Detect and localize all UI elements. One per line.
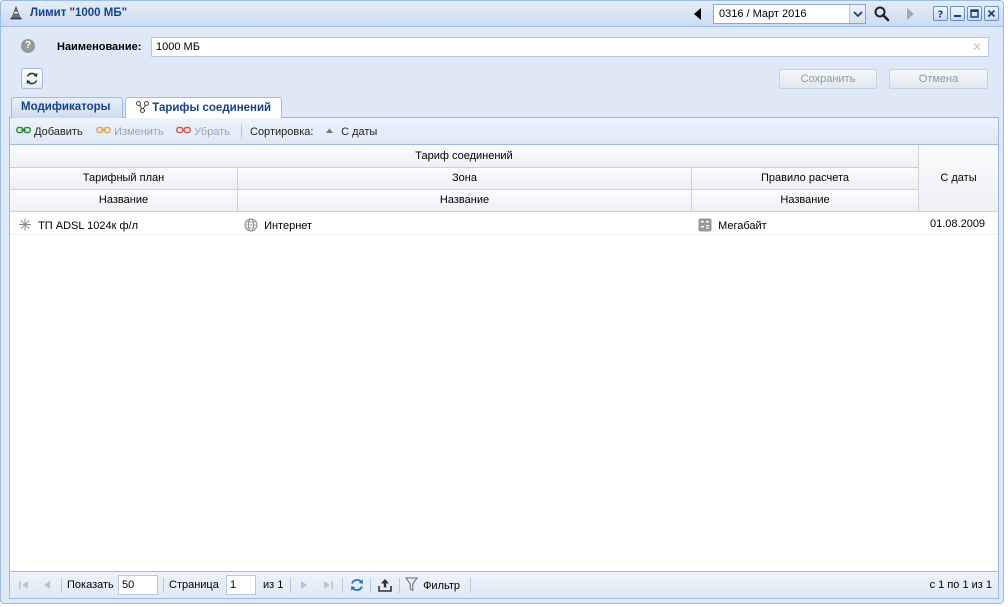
refresh-icon (26, 72, 38, 85)
zone-cell: Интернет (244, 218, 312, 232)
search-icon[interactable] (872, 4, 892, 24)
funnel-icon (405, 577, 418, 592)
edit-button[interactable]: Изменить (96, 126, 164, 138)
name-label: Наименование: (57, 41, 142, 53)
tab-strip: Модификаторы Тарифы соединений (9, 97, 999, 119)
chevron-down-icon[interactable] (849, 5, 865, 23)
paging-summary: с 1 по 1 из 1 (929, 579, 992, 591)
window-title: Лимит "1000 МБ" (30, 7, 128, 19)
plan-value: ТП ADSL 1024к ф/л (38, 220, 138, 232)
rule-name-header[interactable]: Название (692, 190, 919, 212)
add-button[interactable]: Добавить (16, 126, 83, 138)
help-icon[interactable]: ? (21, 39, 35, 53)
pager-separator (163, 578, 164, 593)
limit-window: Лимит "1000 МБ" 0316 / Март 2016 ? ? Наи… (0, 0, 1004, 604)
reload-icon[interactable] (349, 577, 365, 593)
pager-separator (290, 578, 291, 593)
zone-value: Интернет (264, 220, 313, 232)
zone-column-header: Зона (238, 168, 692, 190)
date-column-header[interactable]: С даты (919, 145, 998, 212)
sort-asc-icon (326, 128, 333, 133)
tab-label: Модификаторы (21, 101, 111, 113)
rule-cell: Мегабайт (698, 218, 767, 232)
pager-separator (470, 578, 471, 593)
plan-column-header: Тарифный план (10, 168, 238, 190)
period-value: 0316 / Март 2016 (719, 8, 807, 20)
maximize-button[interactable] (967, 6, 982, 21)
remove-button[interactable]: Убрать (176, 126, 230, 138)
previous-page-icon[interactable] (40, 578, 54, 592)
tab-modifiers[interactable]: Модификаторы (11, 97, 123, 118)
paging-toolbar: Показать 50 Страница 1 из 1 Фильтр с 1 п… (10, 571, 998, 598)
first-page-icon[interactable] (17, 578, 31, 592)
refresh-button[interactable] (21, 68, 43, 89)
filter-button[interactable]: Фильтр (405, 577, 460, 592)
pager-separator (61, 578, 62, 593)
rule-column-header: Правило расчета (692, 168, 919, 190)
close-button[interactable] (984, 6, 999, 21)
page-number-value: 1 (230, 579, 237, 591)
page-count: из 1 (263, 579, 284, 591)
edit-label: Изменить (114, 126, 164, 138)
link-add-icon (16, 126, 31, 134)
pager-separator (342, 578, 343, 593)
page-size-value: 50 (122, 579, 135, 591)
sparkle-icon (19, 218, 31, 231)
pager-separator (370, 578, 371, 593)
export-icon[interactable] (377, 577, 393, 593)
add-label: Добавить (34, 126, 83, 138)
clear-icon[interactable]: ✕ (972, 40, 982, 54)
next-period-button[interactable] (900, 4, 920, 24)
tab-label: Тарифы соединений (152, 102, 272, 114)
plan-name-header[interactable]: Название (10, 190, 238, 212)
group-header: Тариф соединений (10, 145, 919, 168)
network-icon (136, 101, 149, 113)
cancel-button[interactable]: Отмена (889, 69, 988, 89)
globe-icon (244, 218, 258, 232)
save-button[interactable]: Сохранить (779, 69, 877, 89)
last-page-icon[interactable] (321, 578, 335, 592)
next-page-icon[interactable] (297, 578, 311, 592)
zone-name-header[interactable]: Название (238, 190, 692, 212)
pager-separator (399, 578, 400, 593)
page-size-label: Показать (67, 579, 114, 591)
sort-label: Сортировка: (250, 126, 314, 138)
page-number-input[interactable]: 1 (226, 575, 256, 595)
previous-period-button[interactable] (688, 4, 707, 24)
sort-by-date-button[interactable]: С даты (325, 126, 377, 138)
link-remove-icon (176, 126, 191, 134)
minimize-button[interactable] (950, 6, 965, 21)
sort-field: С даты (341, 126, 378, 138)
grid-toolbar: Добавить Изменить Убрать Сортировка: С д… (10, 118, 998, 145)
remove-label: Убрать (194, 126, 230, 138)
svg-text:?: ? (938, 10, 944, 21)
plan-cell: ТП ADSL 1024к ф/л (18, 218, 138, 232)
name-field[interactable]: 1000 МБ ✕ (151, 37, 989, 57)
name-value: 1000 МБ (156, 41, 200, 53)
rule-value: Мегабайт (718, 220, 767, 232)
limit-cone-icon (10, 6, 22, 20)
page-label: Страница (169, 579, 219, 591)
tariffs-panel: Добавить Изменить Убрать Сортировка: С д… (9, 118, 999, 599)
toolbar-separator (241, 124, 242, 139)
table-row[interactable]: ТП ADSL 1024к ф/л Интернет Мегабайт 01.0… (10, 213, 998, 235)
help-button[interactable]: ? (933, 6, 948, 21)
tab-connection-tariffs[interactable]: Тарифы соединений (125, 97, 282, 119)
date-cell: 01.08.2009 (930, 218, 986, 230)
page-size-input[interactable]: 50 (118, 575, 158, 595)
calculator-icon (698, 218, 712, 232)
title-bar: Лимит "1000 МБ" 0316 / Март 2016 ? (1, 1, 1003, 27)
period-select[interactable]: 0316 / Март 2016 (713, 4, 866, 24)
link-edit-icon (96, 126, 111, 134)
filter-label: Фильтр (423, 580, 461, 592)
